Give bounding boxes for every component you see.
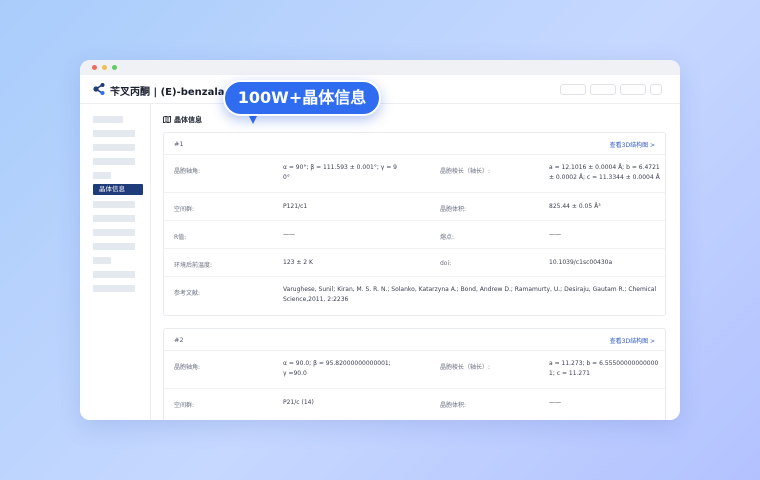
crystal-card-1: #1 查看3D结构图 > 晶胞轴角: α = 90°; β = 111.593 … bbox=[163, 132, 666, 316]
sidebar-item[interactable] bbox=[93, 172, 111, 179]
sidebar-item[interactable] bbox=[93, 257, 111, 264]
label-cell-volume: 晶胞体积: bbox=[440, 402, 467, 409]
header-button-1[interactable] bbox=[560, 84, 586, 95]
section-heading: 晶体信息 bbox=[163, 115, 202, 125]
sidebar-item[interactable] bbox=[93, 229, 135, 236]
card-header: #2 查看3D结构图 > bbox=[164, 329, 665, 351]
header-button-4[interactable] bbox=[650, 84, 662, 95]
sidebar-item[interactable] bbox=[93, 243, 135, 250]
label-space-group: 空间群: bbox=[174, 402, 195, 409]
sidebar-item-crystal-info[interactable]: 晶体信息 bbox=[93, 184, 143, 195]
label-r-value: R值: bbox=[174, 234, 187, 241]
value-cell-angles: α = 90.0; β = 95.82000000000001; γ =90.0 bbox=[283, 360, 391, 377]
value-melting-point: —— bbox=[549, 231, 561, 238]
info-row: 环境后前温度: 123 ± 2 K doi: 10.1039/c1sc00430… bbox=[164, 249, 665, 277]
value-space-group: P121/c1 bbox=[283, 203, 308, 210]
info-row: 晶胞轴角: α = 90°; β = 111.593 ± 0.001°; γ =… bbox=[164, 155, 665, 193]
value-reference: Varughese, Sunil; Kiran, M. S. R. N.; So… bbox=[283, 286, 657, 303]
sidebar-item[interactable] bbox=[93, 158, 135, 165]
value-doi[interactable]: 10.1039/c1sc00430a bbox=[549, 258, 612, 268]
card-number: #1 bbox=[174, 140, 184, 148]
sidebar-item[interactable] bbox=[93, 201, 135, 208]
section-title: 晶体信息 bbox=[174, 116, 202, 124]
value-temperature: 123 ± 2 K bbox=[283, 259, 313, 266]
info-row: 晶胞轴角: α = 90.0; β = 95.82000000000001; γ … bbox=[164, 351, 665, 389]
value-r-value: —— bbox=[283, 231, 295, 238]
molecule-logo-icon bbox=[93, 83, 105, 95]
feature-callout: 100W+晶体信息 bbox=[223, 80, 381, 116]
sidebar: 晶体信息 bbox=[80, 104, 151, 420]
main-content: 晶体信息 #1 查看3D结构图 > 晶胞轴角: α = 90°; β = 111… bbox=[152, 104, 680, 420]
sidebar-item[interactable] bbox=[93, 116, 123, 123]
label-cell-angles: 晶胞轴角: bbox=[174, 364, 201, 371]
label-cell-lengths: 晶胞棱长（轴长）: bbox=[440, 168, 491, 175]
label-reference: 参考文献: bbox=[174, 290, 201, 297]
value-space-group: P21/c (14) bbox=[283, 399, 314, 406]
sidebar-item[interactable] bbox=[93, 215, 135, 222]
value-cell-lengths: a = 12.1016 ± 0.0004 Å; b = 6.4721 ± 0.00… bbox=[549, 164, 660, 181]
label-doi: doi: bbox=[440, 260, 452, 267]
card-number: #2 bbox=[174, 336, 184, 344]
label-temperature: 环境后前温度: bbox=[174, 262, 213, 269]
sidebar-item[interactable] bbox=[93, 271, 135, 278]
label-cell-lengths: 晶胞棱长（轴长）: bbox=[440, 364, 491, 371]
view-3d-structure-link[interactable]: 查看3D结构图 > bbox=[610, 336, 655, 345]
minimize-window-dot[interactable] bbox=[102, 65, 107, 70]
header-button-2[interactable] bbox=[590, 84, 616, 95]
card-header: #1 查看3D结构图 > bbox=[164, 133, 665, 155]
header-button-3[interactable] bbox=[620, 84, 646, 95]
map-icon bbox=[163, 116, 171, 123]
app-window: 苄叉丙酮 | (E)-benzalaceton 晶体信息 晶体信息 #1 查看3… bbox=[80, 60, 680, 420]
window-titlebar bbox=[80, 60, 680, 75]
info-row: 空间群: P121/c1 晶胞体积: 825.44 ± 0.05 Å³ bbox=[164, 193, 665, 221]
value-cell-volume: 825.44 ± 0.05 Å³ bbox=[549, 203, 601, 210]
label-melting-point: 熔点: bbox=[440, 234, 455, 241]
close-window-dot[interactable] bbox=[92, 65, 97, 70]
crystal-card-2: #2 查看3D结构图 > 晶胞轴角: α = 90.0; β = 95.8200… bbox=[163, 328, 666, 420]
value-cell-angles: α = 90°; β = 111.593 ± 0.001°; γ = 9 0° bbox=[283, 164, 397, 181]
value-cell-volume: —— bbox=[549, 399, 561, 406]
label-cell-volume: 晶胞体积: bbox=[440, 206, 467, 213]
sidebar-item[interactable] bbox=[93, 130, 135, 137]
label-cell-angles: 晶胞轴角: bbox=[174, 168, 201, 175]
info-row: R值: —— 熔点: —— bbox=[164, 221, 665, 249]
info-row: 空间群: P21/c (14) 晶胞体积: —— bbox=[164, 389, 665, 417]
view-3d-structure-link[interactable]: 查看3D结构图 > bbox=[610, 140, 655, 149]
sidebar-item[interactable] bbox=[93, 144, 135, 151]
value-cell-lengths: a = 11.273; b = 6.55500000000000 1; c = 1… bbox=[549, 360, 659, 377]
sidebar-item[interactable] bbox=[93, 285, 135, 292]
label-space-group: 空间群: bbox=[174, 206, 195, 213]
maximize-window-dot[interactable] bbox=[112, 65, 117, 70]
info-row: 参考文献: Varughese, Sunil; Kiran, M. S. R. … bbox=[164, 277, 665, 315]
